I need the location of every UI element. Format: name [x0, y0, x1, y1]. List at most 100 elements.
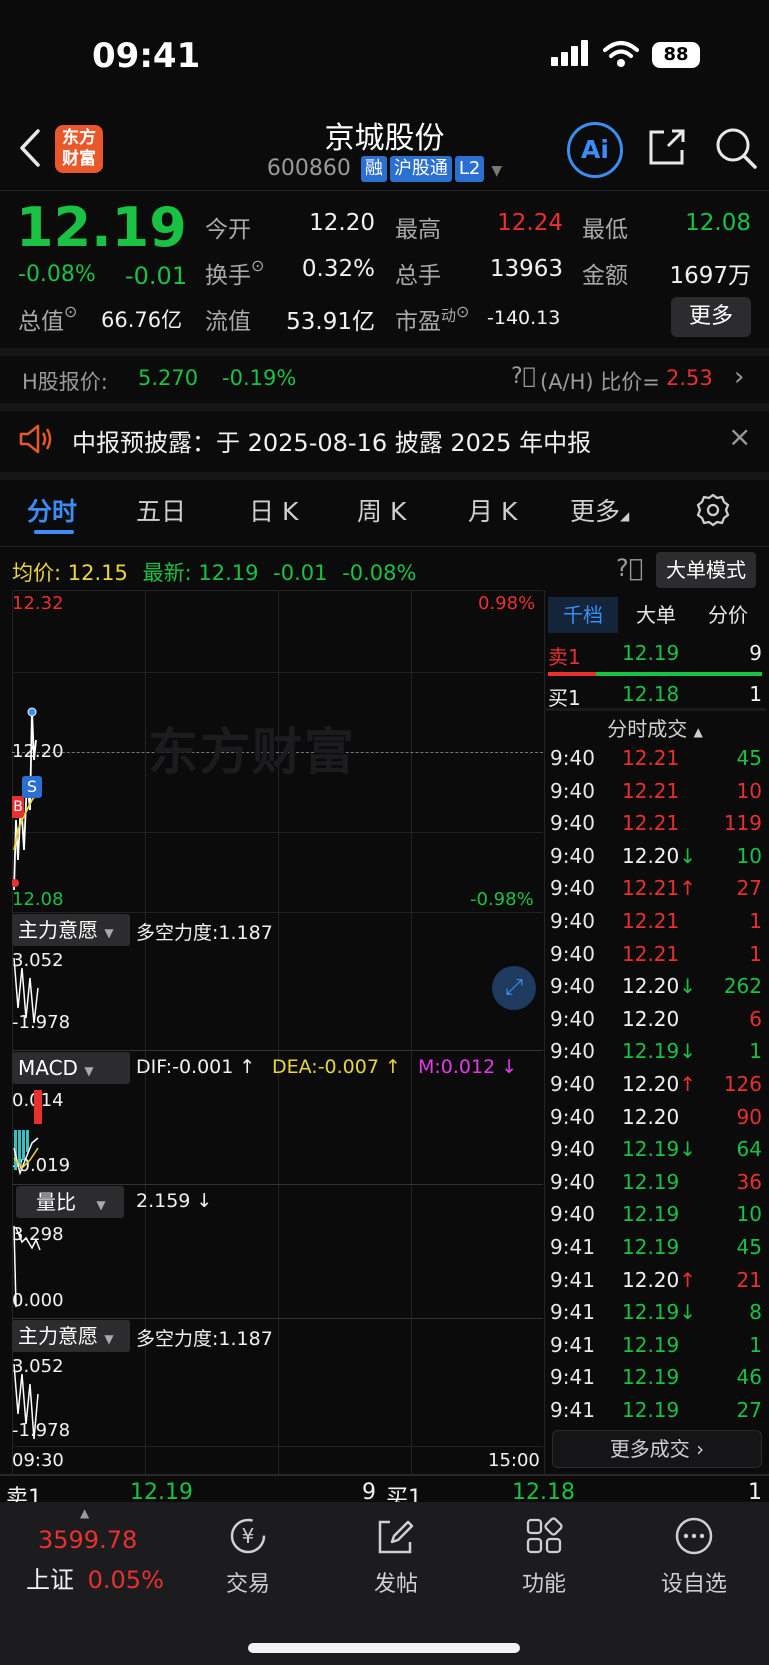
trade-time: 9:41	[550, 1300, 595, 1325]
trade-volume: 262	[723, 974, 762, 999]
trade-row: 9:40 12.20 6	[550, 1007, 762, 1039]
more-trades-button[interactable]: 更多成交 ›	[552, 1430, 762, 1468]
tab-weekly-k[interactable]: 周 K	[357, 492, 406, 528]
ah-ratio-value: 2.53	[666, 366, 713, 390]
indicator-name-1: 主力意愿	[18, 918, 98, 942]
info-dots-icon[interactable]: ⊙	[251, 256, 264, 275]
float-value: 53.91亿	[286, 309, 375, 335]
caret-up-icon[interactable]: ▲	[80, 1506, 89, 1520]
trade-direction-arrow: ↑	[679, 1267, 697, 1292]
trade-volume: 1	[749, 909, 762, 933]
ask1-volume: 9	[749, 641, 762, 665]
trade-row: 9:40 12.21 1	[550, 942, 762, 974]
sell-marker[interactable]: S	[22, 776, 42, 798]
trade-time: 9:40	[550, 974, 595, 999]
turnover-label-text: 换手	[205, 263, 251, 289]
share-icon[interactable]	[646, 126, 688, 168]
float-label: 流值	[205, 309, 251, 335]
tab-more-label: 更多	[570, 497, 621, 526]
volume-label: 总手	[395, 263, 441, 289]
dropdown-caret-icon[interactable]: ▼	[491, 163, 502, 179]
info-dots-icon[interactable]: ⊙	[456, 302, 469, 321]
notice-text[interactable]: 中报预披露：于 2025-08-16 披露 2025 年中报	[72, 423, 591, 458]
trade-row: 9:41 12.20↑ 21	[550, 1268, 762, 1300]
close-icon[interactable]: ×	[728, 420, 751, 453]
trade-time: 9:40	[550, 876, 595, 901]
trade-price-value: 12.19	[622, 1235, 680, 1259]
nav-functions-label: 功能	[521, 1572, 566, 1597]
indicator-selector-2[interactable]: MACD ▼	[12, 1052, 130, 1084]
more-quote-button[interactable]: 更多	[671, 297, 751, 337]
trade-row: 9:40 12.19 36	[550, 1170, 762, 1202]
trade-time: 9:41	[550, 1267, 595, 1292]
trade-time: 9:41	[550, 1332, 595, 1357]
indicator-selector-1[interactable]: 主力意愿 ▼	[12, 914, 130, 946]
strip-ask-volume: 9	[362, 1480, 376, 1504]
bid1-label: 买1	[548, 686, 581, 710]
trade-price: 12.19	[622, 1398, 702, 1422]
search-icon[interactable]	[714, 126, 758, 170]
expand-chart-button[interactable]: ⤢	[492, 966, 536, 1010]
trade-time: 9:40	[550, 778, 595, 803]
latest-percent: -0.08%	[342, 561, 417, 585]
trade-volume: 1	[749, 941, 762, 966]
tab-five-day[interactable]: 五日	[136, 492, 186, 528]
avg-label: 均价:	[12, 561, 62, 585]
indicator-line-3	[13, 1225, 41, 1308]
wifi-icon	[603, 41, 639, 67]
index-value[interactable]: 3599.78	[38, 1526, 137, 1554]
strip-bid-price: 12.18	[512, 1480, 575, 1504]
ai-assistant-button[interactable]: Ai	[567, 122, 623, 178]
trade-price-value: 12.21	[622, 811, 680, 836]
trade-row: 9:41 12.19↓ 8	[550, 1300, 762, 1332]
chevron-right-icon[interactable]: ›	[734, 362, 744, 392]
trade-price: 12.21	[622, 909, 702, 933]
indicator-name-3: 量比	[36, 1190, 76, 1214]
trade-price: 12.21	[622, 779, 702, 803]
panel-tab-price-dist[interactable]: 分价	[694, 597, 762, 633]
trade-time: 9:40	[550, 1006, 595, 1031]
tab-monthly-k[interactable]: 月 K	[468, 492, 517, 528]
trade-time: 9:40	[550, 1202, 595, 1227]
trade-row: 9:40 12.21 10	[550, 779, 762, 811]
indicator-line-4	[13, 1363, 39, 1440]
trade-direction-arrow: ↓	[679, 1137, 697, 1162]
info-dots-icon[interactable]: ⊙	[64, 302, 77, 321]
indicator-value-1: 多空力度:1.187	[136, 922, 273, 944]
settings-gear-icon[interactable]	[695, 492, 731, 528]
buy-marker[interactable]: B	[12, 796, 24, 818]
high-label: 最高	[395, 217, 441, 243]
edit-pen-icon	[378, 1520, 414, 1554]
trade-row: 9:40 12.20↓ 262	[550, 974, 762, 1006]
tab-more[interactable]: 更多◢	[570, 492, 629, 528]
trade-direction-arrow: ↓	[679, 1300, 697, 1325]
trade-volume: 64	[736, 1137, 762, 1162]
indicator-value-3: 2.159 ↓	[136, 1190, 213, 1212]
panel-tab-depth[interactable]: 千档	[548, 597, 618, 633]
nav-watchlist[interactable]: 设自选	[644, 1516, 744, 1598]
trade-row: 9:40 12.20↓ 10	[550, 844, 762, 876]
indicator-selector-3[interactable]: 量比 ▼	[16, 1186, 124, 1218]
ask1-row: 卖1 12.19 9	[548, 641, 762, 670]
trade-price-value: 12.19	[622, 1365, 680, 1390]
tab-daily-k[interactable]: 日 K	[249, 492, 298, 528]
trade-price: 12.21↑	[622, 876, 702, 900]
hshare-percent: -0.19%	[222, 366, 297, 390]
mktcap-value: 66.76亿	[101, 308, 183, 332]
help-icon[interactable]: ?⃝	[511, 364, 536, 389]
open-label: 今开	[205, 217, 251, 243]
help-icon[interactable]: ?⃝	[616, 554, 643, 582]
trade-time: 9:40	[550, 1169, 595, 1194]
indicator-selector-4[interactable]: 主力意愿 ▼	[12, 1320, 130, 1352]
status-time: 09:41	[92, 36, 201, 76]
big-order-mode-button[interactable]: 大单模式	[656, 552, 756, 588]
trade-row: 9:41 12.19 27	[550, 1398, 762, 1430]
nav-trade[interactable]: ¥ 交易	[198, 1516, 298, 1598]
nav-post[interactable]: 发帖	[346, 1516, 446, 1598]
panel-tab-big-order[interactable]: 大单	[624, 597, 688, 633]
tab-intraday[interactable]: 分时	[27, 492, 77, 528]
nav-functions[interactable]: 功能	[494, 1516, 594, 1598]
trades-title[interactable]: 分时成交 ▲	[548, 713, 762, 742]
tag-level2: L2	[454, 156, 485, 182]
index-row[interactable]: 上证 0.05%	[26, 1560, 164, 1595]
